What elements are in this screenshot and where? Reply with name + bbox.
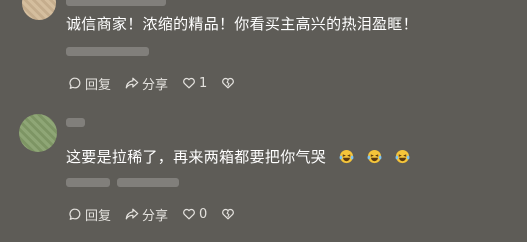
reply-icon xyxy=(69,77,81,89)
comment-meta-blurred xyxy=(66,178,110,187)
share-label: 分享 xyxy=(142,208,169,224)
share-icon xyxy=(125,208,139,220)
comment-meta-blurred xyxy=(117,178,179,187)
comment-text: 这要是拉稀了，再来两箱都要把你气哭 xyxy=(66,146,410,167)
heart-icon xyxy=(183,208,195,220)
comment-actions: 回复 分享 0 xyxy=(68,205,252,224)
laughing-tears-emoji-icon xyxy=(395,149,410,164)
comment-actions: 回复 分享 1 xyxy=(68,74,252,93)
comment-text-body: 这要是拉稀了，再来两箱都要把你气哭 xyxy=(66,148,327,166)
share-button[interactable]: 分享 xyxy=(125,205,168,224)
commenter-name-blurred[interactable] xyxy=(66,118,85,127)
reply-label: 回复 xyxy=(85,208,112,224)
like-count: 1 xyxy=(199,75,208,91)
dislike-button[interactable] xyxy=(221,76,238,90)
share-button[interactable]: 分享 xyxy=(125,74,168,93)
share-label: 分享 xyxy=(142,77,169,93)
reply-icon xyxy=(69,208,81,220)
dislike-button[interactable] xyxy=(221,207,238,221)
reply-button[interactable]: 回复 xyxy=(68,74,111,93)
reply-button[interactable]: 回复 xyxy=(68,205,111,224)
commenter-name-blurred[interactable] xyxy=(66,0,166,6)
broken-heart-icon xyxy=(222,208,235,220)
commenter-avatar[interactable] xyxy=(22,0,56,20)
reply-label: 回复 xyxy=(85,77,112,93)
heart-icon xyxy=(183,77,195,89)
broken-heart-icon xyxy=(222,77,235,89)
share-icon xyxy=(125,77,139,89)
like-button[interactable]: 1 xyxy=(182,76,207,91)
laughing-tears-emoji-icon xyxy=(367,149,382,164)
like-button[interactable]: 0 xyxy=(182,207,207,222)
laughing-tears-emoji-icon xyxy=(339,149,354,164)
comment-meta-blurred xyxy=(66,47,149,56)
like-count: 0 xyxy=(199,206,208,222)
comment-text: 诚信商家！浓缩的精品！你看买主高兴的热泪盈眶！ xyxy=(66,15,418,33)
commenter-avatar[interactable] xyxy=(19,114,57,152)
